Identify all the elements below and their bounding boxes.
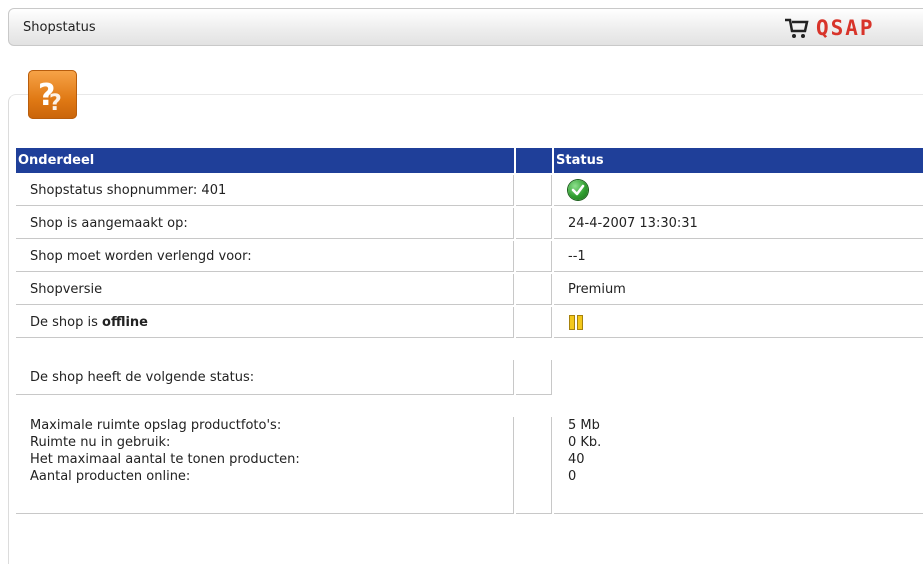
stats-labels: Maximale ruimte opslag productfoto's: Ru… (16, 417, 514, 514)
shop-status-table: Onderdeel Status Shopstatus shopnummer: … (14, 146, 923, 516)
help-question-icon[interactable]: ? ? (28, 70, 77, 119)
stat-value: 0 Kb. (568, 435, 602, 450)
stat-label: Aantal producten online: (30, 469, 191, 484)
row-label: De shop is offline (16, 307, 514, 338)
table-row: Shop moet worden verlengd voor: --1 (16, 241, 923, 272)
row-label: Shopstatus shopnummer: 401 (16, 175, 514, 206)
row-value (554, 175, 923, 206)
status-row-label: De shop heeft de volgende status: (16, 360, 514, 395)
stat-label: Ruimte nu in gebruik: (30, 435, 171, 450)
table-row: De shop is offline (16, 307, 923, 338)
table-row: Shopversie Premium (16, 274, 923, 305)
row-value (554, 307, 923, 338)
row-value: --1 (554, 241, 923, 272)
row-label: Shopversie (16, 274, 514, 305)
offline-label: offline (102, 314, 148, 330)
table-row: De shop heeft de volgende status: (16, 360, 923, 395)
row-value: Premium (554, 274, 923, 305)
row-label: Shop is aangemaakt op: (16, 208, 514, 239)
title-bar: Shopstatus QSAP (8, 8, 923, 46)
offline-prefix: De shop is (30, 314, 103, 330)
page-title: Shopstatus (23, 20, 96, 35)
row-label: Shop moet worden verlengd voor: (16, 241, 514, 272)
table-row: Shop is aangemaakt op: 24-4-2007 13:30:3… (16, 208, 923, 239)
svg-text:?: ? (49, 91, 62, 116)
stats-row: Maximale ruimte opslag productfoto's: Ru… (16, 417, 923, 514)
row-value: 24-4-2007 13:30:31 (554, 208, 923, 239)
table-row: Shopstatus shopnummer: 401 (16, 175, 923, 206)
logo-text: QSAP (816, 16, 875, 40)
stat-value: 0 (568, 469, 577, 484)
stats-values: 5 Mb 0 Kb. 40 0 (554, 417, 923, 514)
stat-value: 5 Mb (568, 418, 600, 433)
column-header-spacer (516, 148, 552, 173)
qsap-logo: QSAP (784, 17, 875, 39)
stat-label: Het maximaal aantal te tonen producten: (30, 452, 300, 467)
column-header-status: Status (554, 148, 923, 173)
pause-icon[interactable] (568, 314, 584, 330)
column-header-part: Onderdeel (16, 148, 514, 173)
stat-value: 40 (568, 452, 585, 467)
cart-icon (785, 18, 809, 38)
stat-label: Maximale ruimte opslag productfoto's: (30, 418, 282, 433)
check-ok-icon (568, 180, 588, 200)
